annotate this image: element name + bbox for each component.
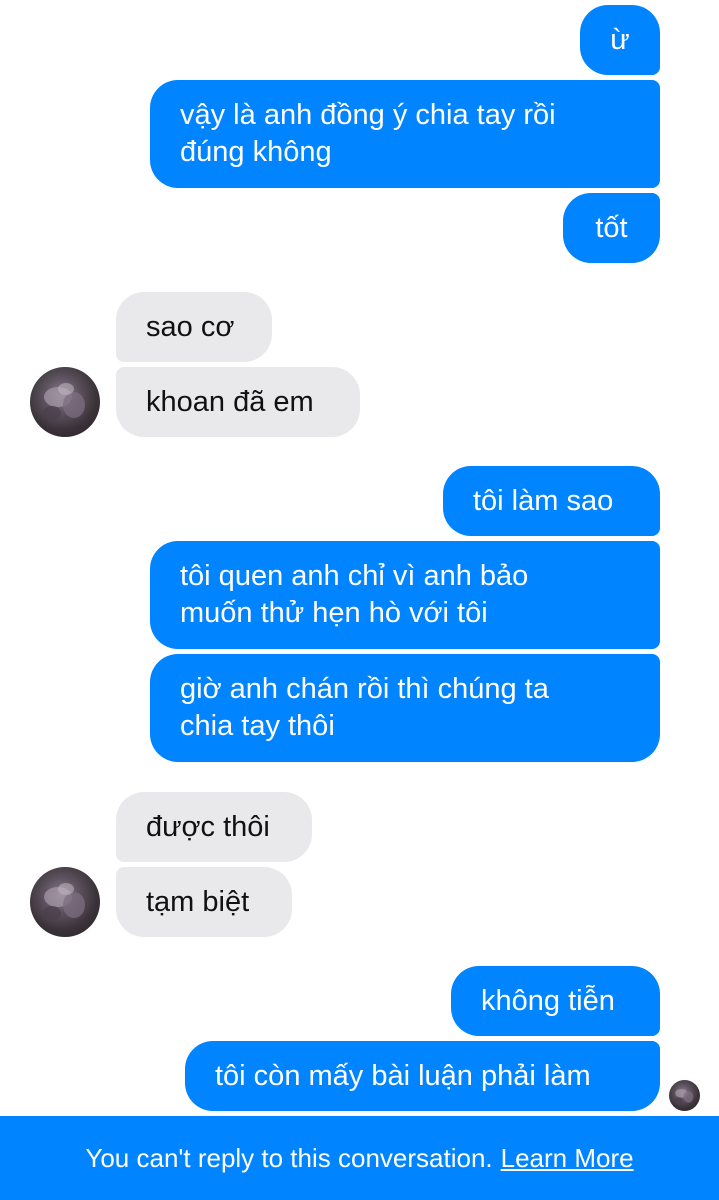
avatar-image [43, 383, 85, 420]
read-receipt-avatar [669, 1080, 700, 1111]
reply-disabled-notice: You can't reply to this conversation. [85, 1142, 493, 1173]
learn-more-link[interactable]: Learn More [501, 1143, 634, 1174]
message-bubble-sent[interactable]: ừ [580, 5, 660, 75]
message-bubble-sent[interactable]: tốt [563, 193, 660, 263]
message-bubble-sent[interactable]: giờ anh chán rồi thì chúng ta chia tay t… [150, 654, 660, 762]
contact-avatar[interactable] [30, 367, 100, 437]
avatar-image [43, 883, 85, 920]
avatar-image [674, 1088, 694, 1104]
message-bubble-received[interactable]: sao cơ [116, 292, 272, 362]
contact-avatar[interactable] [30, 867, 100, 937]
message-bubble-sent[interactable]: không tiễn [451, 966, 660, 1036]
message-bubble-received[interactable]: tạm biệt [116, 867, 292, 937]
message-bubble-sent[interactable]: tôi làm sao [443, 466, 660, 536]
message-bubble-received[interactable]: được thôi [116, 792, 312, 862]
message-bubble-received[interactable]: khoan đã em [116, 367, 360, 437]
reply-disabled-bar: You can't reply to this conversation. Le… [0, 1116, 719, 1200]
message-bubble-sent[interactable]: tôi còn mấy bài luận phải làm [185, 1041, 660, 1111]
message-bubble-sent[interactable]: tôi quen anh chỉ vì anh bảo muốn thử hẹn… [150, 541, 660, 649]
message-bubble-sent[interactable]: vậy là anh đồng ý chia tay rồi đúng khôn… [150, 80, 660, 188]
